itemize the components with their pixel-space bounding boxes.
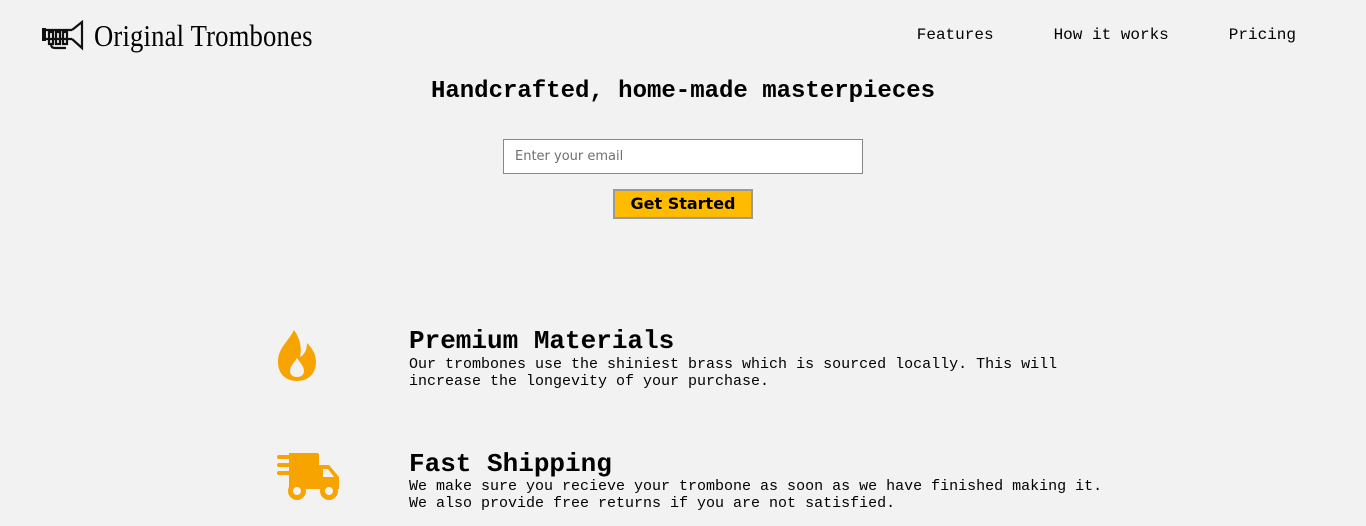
feature-description: We make sure you recieve your trombone a… xyxy=(409,478,1103,512)
nav-link-how-it-works[interactable]: How it works xyxy=(1054,26,1169,44)
shipping-truck-icon xyxy=(277,453,339,500)
main-nav: Features How it works Pricing xyxy=(917,26,1296,44)
site-header: Original Trombones Features How it works… xyxy=(0,0,1366,72)
brand-name: Original Trombones xyxy=(94,18,313,53)
nav-link-features[interactable]: Features xyxy=(917,26,994,44)
feature-title: Fast Shipping xyxy=(409,449,612,479)
get-started-button[interactable]: Get Started xyxy=(613,189,753,219)
hero-title: Handcrafted, home-made masterpieces xyxy=(430,78,936,105)
brand-logo[interactable]: Original Trombones xyxy=(42,16,348,56)
feature-description: Our trombones use the shiniest brass whi… xyxy=(409,356,1058,390)
trombone-icon xyxy=(42,19,84,51)
email-input[interactable] xyxy=(503,139,863,174)
nav-link-pricing[interactable]: Pricing xyxy=(1229,26,1296,44)
fire-icon xyxy=(278,330,316,381)
feature-title: Premium Materials xyxy=(409,326,675,356)
